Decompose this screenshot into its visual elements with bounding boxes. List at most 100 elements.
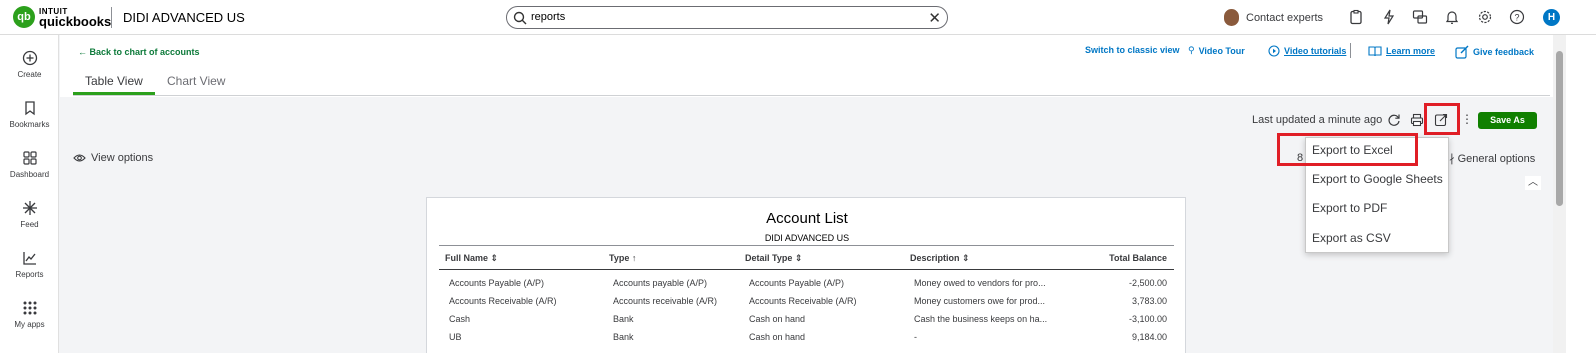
cell-description: Money owed to vendors for pro... [914,278,1046,288]
menu-item-export-google-sheets[interactable]: Export to Google Sheets [1312,172,1443,186]
column-header-detail-type[interactable]: Detail Type ⇕ [745,253,802,264]
cell-type: Accounts payable (A/P) [613,278,708,288]
scroll-thumb[interactable] [1556,51,1563,206]
tab-table-view[interactable]: Table View [85,74,143,88]
menu-item-export-pdf[interactable]: Export to PDF [1312,201,1387,215]
nav-reports[interactable]: Reports [0,250,59,279]
divider [439,269,1174,270]
report-subtitle: DIDI ADVANCED US [764,233,850,243]
bookmark-icon [24,101,35,116]
book-icon [1368,46,1382,57]
right-strip [1566,35,1596,353]
sort-icon: ⇕ [962,253,970,263]
column-header-full-name[interactable]: Full Name ⇕ [445,253,498,264]
cell-detail-type: Accounts Receivable (A/R) [749,296,857,306]
menu-item-export-csv[interactable]: Export as CSV [1312,231,1391,245]
give-feedback-label: Give feedback [1473,47,1535,57]
print-icon[interactable] [1410,113,1424,127]
cell-detail-type: Cash on hand [749,314,806,324]
header-label: Description [910,253,960,263]
nav-label: Create [17,70,42,79]
search-icon [513,11,527,25]
gear-icon[interactable] [1477,9,1493,25]
export-button-highlight [1424,103,1460,135]
column-header-description[interactable]: Description ⇕ [910,253,970,264]
lightning-icon[interactable] [1381,9,1397,25]
column-header-total-balance[interactable]: Total Balance [1097,253,1167,263]
cell-detail-type: Cash on hand [749,332,806,342]
nav-label: Reports [15,270,44,279]
cell-full-name: UB [449,332,462,342]
feed-icon [22,201,37,215]
arrow-left-icon: ← [78,47,87,57]
search-bar[interactable]: reports ✕ [506,6,948,29]
qb-logo-icon: qb [13,6,35,28]
user-avatar[interactable]: H [1543,9,1560,26]
export-excel-highlight [1277,133,1418,166]
view-options-button[interactable]: View options [73,152,153,164]
nav-create[interactable]: Create [0,50,59,79]
header-label: Detail Type [745,253,793,263]
search-input[interactable]: reports [531,11,565,23]
sort-icon: ⇕ [794,253,803,263]
apps-switch-icon[interactable] [1412,9,1428,25]
back-to-chart-link[interactable]: ← Back to chart of accounts [78,47,200,57]
top-bar: qb INTUIT quickbooks DIDI ADVANCED US re… [0,0,1596,35]
cell-description: Money customers owe for prod... [914,296,1046,306]
general-options-label: General options [1457,153,1536,165]
report-title: Account List [766,210,848,227]
plus-circle-icon [22,50,37,66]
sort-ascending-icon: ↑ [631,253,637,263]
contact-experts-label: Contact experts [1246,11,1324,24]
nav-feed[interactable]: Feed [0,200,59,229]
give-feedback-link[interactable]: Give feedback [1455,45,1534,59]
page-scrollbar[interactable] [1553,35,1566,353]
report-paper: Account List DIDI ADVANCED US Full Name … [426,197,1186,353]
video-tutorials-link[interactable]: Video tutorials [1268,45,1346,57]
cell-total-balance: -3,100.00 [1128,314,1167,324]
cell-full-name: Accounts Payable (A/P) [449,278,545,288]
more-options-icon[interactable]: ⋮ [1461,112,1473,126]
cell-type: Accounts receivable (A/R) [613,296,718,306]
quickbooks-logo[interactable]: qb INTUIT quickbooks [13,6,111,28]
video-tour-label: Video Tour [1198,45,1245,56]
clipboard-icon[interactable] [1348,9,1364,25]
cell-total-balance: -2,500.00 [1128,278,1167,288]
video-tutorials-label: Video tutorials [1284,46,1347,56]
save-as-button[interactable]: Save As [1478,112,1537,129]
nav-dashboard[interactable]: Dashboard [0,150,59,179]
collapse-chevron-icon[interactable]: ︿ [1525,176,1541,190]
divider [73,95,1550,96]
company-name[interactable]: DIDI ADVANCED US [123,10,245,25]
back-link-label: Back to chart of accounts [89,47,200,57]
help-icon[interactable]: ? [1509,9,1525,25]
svg-text:?: ? [1514,13,1519,23]
learn-more-link[interactable]: Learn more [1368,45,1435,57]
last-updated-text: Last updated a minute ago [1252,114,1383,126]
view-options-label: View options [91,152,154,164]
refresh-icon[interactable] [1387,113,1401,127]
divider [439,245,1174,246]
cell-full-name: Cash [449,314,471,324]
report-header: ← Back to chart of accounts Table View C… [60,35,1553,97]
apps-icon [23,301,36,315]
classic-view-label: Switch to classic view [1085,45,1180,55]
bell-icon[interactable] [1444,9,1460,25]
clear-search-icon[interactable]: ✕ [928,9,941,27]
nav-label: Bookmarks [9,120,50,129]
header-label: Full Name [445,253,489,263]
general-options-button[interactable]: ∤ General options [1449,152,1535,165]
tab-chart-view[interactable]: Chart View [167,74,225,88]
left-navigation: Create Bookmarks Dashboard Feed Reports … [0,35,59,353]
nav-label: Dashboard [9,170,50,179]
divider [1350,43,1351,58]
nav-bookmarks[interactable]: Bookmarks [0,100,59,129]
video-tour-icon: ⚲ [1188,45,1195,55]
column-header-type[interactable]: Type ↑ [609,253,636,263]
video-tour-link[interactable]: ⚲ Video Tour [1188,45,1245,56]
feedback-icon [1455,45,1469,59]
nav-my-apps[interactable]: My apps [0,300,59,329]
contact-experts-button[interactable]: Contact experts [1224,9,1323,26]
sort-icon: ⇕ [490,253,499,263]
switch-classic-view-link[interactable]: Switch to classic view [1085,45,1180,55]
